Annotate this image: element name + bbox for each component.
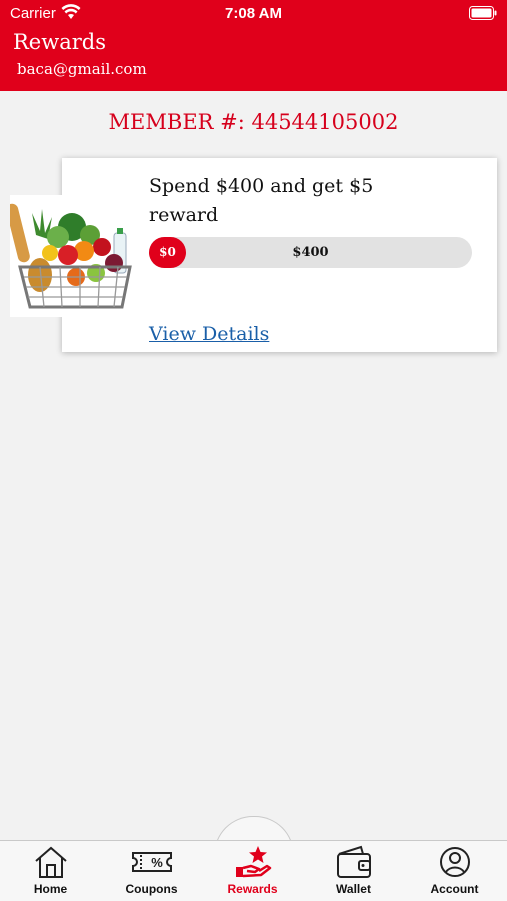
tab-label: Home bbox=[33, 882, 68, 896]
view-details-link[interactable]: View Details bbox=[149, 323, 269, 345]
account-icon bbox=[439, 847, 470, 877]
page-title: Rewards bbox=[13, 30, 106, 54]
tab-label: Coupons bbox=[125, 882, 178, 896]
tab-coupons[interactable]: % Coupons bbox=[101, 845, 202, 900]
rewards-icon bbox=[235, 846, 271, 878]
coupon-icon: % bbox=[131, 852, 172, 872]
wallet-icon bbox=[336, 845, 371, 878]
tab-rewards[interactable]: Rewards bbox=[202, 845, 303, 900]
tab-wallet[interactable]: Wallet bbox=[303, 845, 404, 900]
tab-label: Account bbox=[430, 882, 479, 896]
progress-start-label: $0 bbox=[159, 245, 176, 259]
status-bar: Carrier 7:08 AM bbox=[0, 0, 507, 28]
grocery-basket-icon bbox=[6, 195, 138, 317]
svg-text:%: % bbox=[151, 855, 163, 870]
tab-label: Rewards bbox=[227, 882, 278, 896]
reward-title: Spend $400 and get $5 reward bbox=[149, 175, 374, 226]
reward-progress-bar: $400 $0 bbox=[149, 237, 472, 268]
tab-account[interactable]: Account bbox=[404, 845, 505, 900]
member-number: MEMBER #: 44544105002 bbox=[108, 110, 399, 134]
app-header: Rewards baca@gmail.com bbox=[0, 28, 507, 91]
user-email: baca@gmail.com bbox=[17, 60, 147, 78]
tab-label: Wallet bbox=[336, 882, 371, 896]
home-icon bbox=[34, 846, 67, 878]
progress-goal-label: $400 bbox=[292, 245, 329, 260]
battery-icon bbox=[469, 6, 497, 20]
clock: 7:08 AM bbox=[225, 5, 282, 22]
tab-home[interactable]: Home bbox=[0, 845, 101, 900]
